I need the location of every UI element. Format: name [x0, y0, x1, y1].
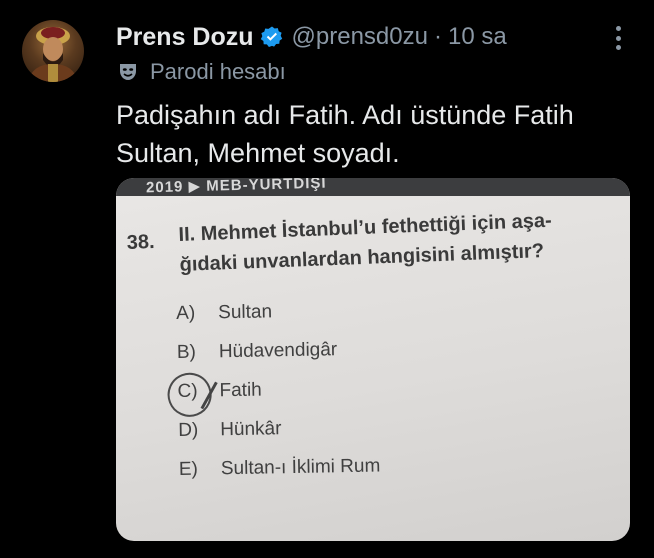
tweet-text-line: Padişahın adı Fatih. Adı üstünde Fatih — [116, 100, 574, 130]
more-options-icon[interactable] — [608, 24, 628, 52]
exam-question: 38. II. Mehmet İstanbul’u fethettiği içi… — [126, 203, 616, 276]
question-number: 38. — [126, 230, 156, 254]
option-a: A) Sultan — [176, 301, 272, 325]
option-label: B) — [176, 341, 197, 363]
more-dot — [615, 45, 621, 50]
tweet-text-line: Sultan, Mehmet soyadı. — [116, 138, 400, 168]
question-text: II. Mehmet İstanbul’u fethettiği için aş… — [178, 206, 553, 280]
option-text: Sultan-ı İklimi Rum — [220, 455, 381, 480]
option-text: Hünkâr — [220, 418, 282, 441]
verified-badge-icon — [260, 25, 284, 49]
option-label: E) — [178, 458, 199, 480]
exam-header-strip: 2019 ▶ MEB-YURTDIŞI — [116, 178, 630, 196]
parody-label-row: Parodi hesabı — [116, 57, 286, 87]
tweet-text: Padişahın adı Fatih. Adı üstünde Fatih S… — [116, 96, 636, 172]
avatar[interactable] — [22, 20, 84, 82]
option-label: D) — [178, 419, 199, 441]
theater-mask-icon — [116, 60, 140, 84]
exam-header-text: 2019 ▶ MEB-YURTDIŞI — [145, 178, 327, 197]
avatar-image — [28, 27, 78, 82]
option-e: E) Sultan-ı İklimi Rum — [179, 455, 381, 481]
more-dot — [615, 26, 621, 31]
parody-label: Parodi hesabı — [150, 59, 286, 84]
option-text: Fatih — [219, 379, 262, 402]
tweet-media-image[interactable]: 2019 ▶ MEB-YURTDIŞI 38. II. Mehmet İstan… — [116, 178, 630, 541]
option-b: B) Hüdavendigâr — [177, 339, 338, 364]
separator: · — [433, 23, 442, 50]
tweet-header: Prens Dozu @prensd0zu · 10 sa — [116, 20, 507, 54]
option-c: C) Fatih — [161, 366, 262, 424]
option-label: A) — [176, 302, 196, 324]
option-text: Hüdavendigâr — [218, 339, 338, 363]
timestamp[interactable]: 10 sa — [448, 23, 507, 51]
author-name[interactable]: Prens Dozu — [116, 23, 254, 52]
more-dot — [615, 35, 621, 41]
author-handle[interactable]: @prensd0zu — [292, 23, 428, 51]
option-d: D) Hünkâr — [178, 418, 282, 442]
option-text: Sultan — [217, 301, 273, 324]
